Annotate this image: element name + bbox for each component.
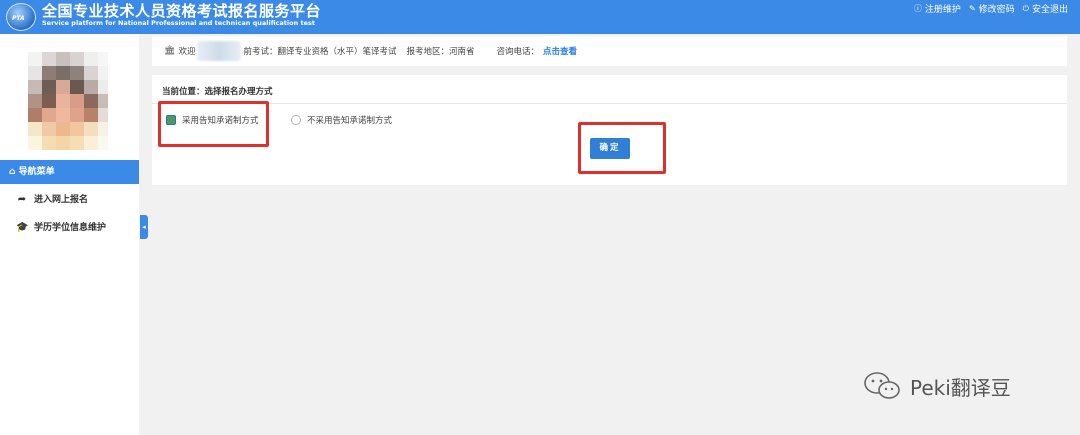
power-icon: ⏻ bbox=[1022, 3, 1029, 13]
logout-link[interactable]: ⏻ 安全退出 bbox=[1022, 2, 1068, 16]
avatar-pixel bbox=[84, 94, 98, 108]
avatar-pixel bbox=[28, 80, 42, 94]
avatar-pixel bbox=[70, 66, 84, 80]
site-subtitle: Service platform for National Profession… bbox=[42, 19, 315, 27]
avatar-pixel bbox=[56, 52, 70, 66]
avatar-pixel bbox=[28, 136, 42, 150]
avatar-pixel bbox=[98, 66, 108, 80]
platform-logo: PTA bbox=[6, 3, 36, 31]
register-maintain-link[interactable]: ⓘ 注册维护 bbox=[914, 2, 961, 15]
avatar-pixel bbox=[98, 94, 108, 108]
avatar-pixel bbox=[98, 108, 108, 122]
avatar-pixel bbox=[42, 52, 56, 66]
avatar-pixel bbox=[98, 122, 108, 136]
info-icon: ⓘ bbox=[913, 4, 922, 13]
blurred-username bbox=[197, 41, 242, 61]
divider bbox=[152, 103, 1067, 104]
avatar-pixel bbox=[84, 66, 98, 80]
bank-icon: 🏛 bbox=[164, 46, 176, 56]
avatar-pixel bbox=[84, 122, 98, 136]
radio-unselected[interactable] bbox=[291, 115, 301, 125]
breadcrumb: 当前位置：选择报名办理方式 bbox=[162, 87, 273, 97]
avatar-pixel bbox=[28, 122, 42, 136]
avatar-pixel bbox=[56, 94, 70, 108]
avatar-pixel bbox=[98, 136, 108, 150]
option-no-commitment[interactable]: 不采用告知承诺制方式 bbox=[291, 114, 392, 126]
avatar-pixel bbox=[84, 80, 98, 94]
avatar bbox=[28, 52, 108, 152]
avatar-pixel bbox=[42, 80, 56, 94]
avatar-pixel bbox=[56, 108, 70, 122]
avatar-pixel bbox=[56, 122, 70, 136]
avatar-pixel bbox=[98, 52, 108, 66]
avatar-pixel bbox=[42, 122, 56, 136]
edit-icon: ✎ bbox=[968, 4, 976, 13]
avatar-pixel bbox=[70, 94, 84, 108]
sidebar: ⌂ 导航菜单 ➦ 进入网上报名 🎓 学历学位信息维护 bbox=[0, 34, 139, 435]
avatar-pixel bbox=[28, 66, 42, 80]
avatar-pixel bbox=[28, 94, 42, 108]
top-links: ⓘ 注册维护 ✎ 修改密码 ⏻ 安全退出 bbox=[914, 2, 1068, 16]
watermark-text: Peki翻译豆 bbox=[910, 375, 1011, 400]
avatar-pixel bbox=[28, 108, 42, 122]
avatar-pixel bbox=[42, 108, 56, 122]
avatar-pixel bbox=[28, 52, 42, 66]
sidebar-item-online-registration[interactable]: ➦ 进入网上报名 bbox=[0, 186, 139, 214]
sidebar-item-degree-info[interactable]: 🎓 学历学位信息维护 bbox=[0, 214, 139, 242]
exam-info-bar: 🏛 欢迎 前考试： 翻译专业资格（水平）笔译考试 报考地区： 河南省 咨询电话：… bbox=[152, 36, 1067, 66]
avatar-pixel bbox=[70, 108, 84, 122]
watermark: Peki翻译豆 bbox=[862, 371, 1011, 401]
avatar-pixel bbox=[42, 136, 56, 150]
avatar-pixel bbox=[70, 52, 84, 66]
avatar-pixel bbox=[70, 136, 84, 150]
view-phone-link[interactable]: 点击查看 bbox=[543, 45, 577, 57]
site-title: 全国专业技术人员资格考试报名服务平台 bbox=[42, 2, 322, 20]
avatar-pixel bbox=[56, 136, 70, 150]
share-arrow-icon: ➦ bbox=[17, 194, 27, 205]
change-password-link[interactable]: ✎ 修改密码 bbox=[969, 2, 1015, 15]
avatar-pixel bbox=[42, 94, 56, 108]
graduation-cap-icon: 🎓 bbox=[16, 222, 29, 233]
home-icon: ⌂ bbox=[9, 167, 19, 177]
avatar-pixel bbox=[70, 80, 84, 94]
avatar-pixel bbox=[98, 80, 108, 94]
highlight-box-confirm bbox=[578, 122, 666, 174]
avatar-pixel bbox=[56, 66, 70, 80]
sidebar-collapse-toggle[interactable]: ◂ bbox=[140, 215, 148, 239]
wechat-icon bbox=[864, 372, 900, 399]
avatar-pixel bbox=[70, 122, 84, 136]
avatar-pixel bbox=[84, 52, 98, 66]
avatar-pixel bbox=[84, 136, 98, 150]
avatar-pixel bbox=[56, 80, 70, 94]
nav-menu-header: ⌂ 导航菜单 bbox=[0, 160, 139, 184]
avatar-pixel bbox=[42, 66, 56, 80]
avatar-pixel bbox=[84, 108, 98, 122]
highlight-box-option bbox=[158, 101, 269, 147]
top-header: PTA 全国专业技术人员资格考试报名服务平台 Service platform … bbox=[0, 0, 1080, 34]
